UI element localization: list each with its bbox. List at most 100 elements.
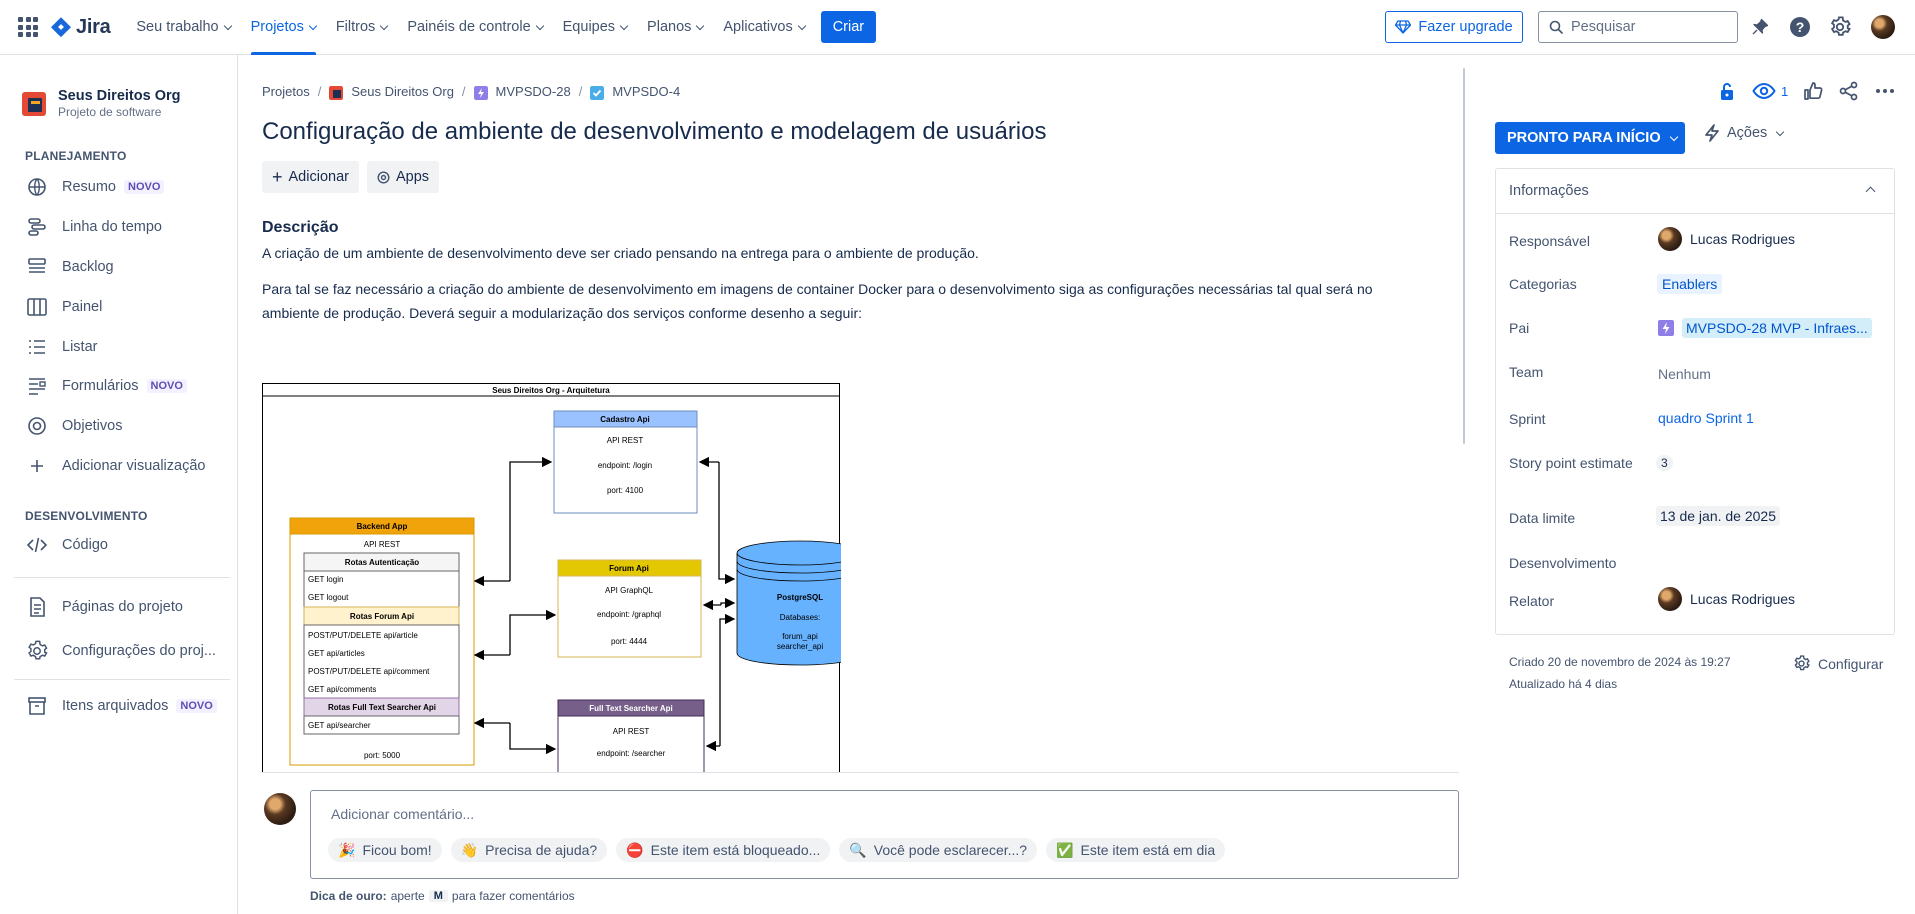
sidebar-item-add-view[interactable]: Adicionar visualização (26, 455, 205, 477)
sidebar-item-formularios[interactable]: Formulários NOVO (26, 375, 187, 397)
sidebar-item-archived[interactable]: Itens arquivados NOVO (26, 695, 217, 717)
nav-seu-trabalho[interactable]: Seu trabalho (136, 0, 232, 55)
story-points-value: 3 (1656, 455, 1673, 471)
configure-button[interactable]: Configurar (1793, 655, 1883, 672)
sidebar-item-project-pages[interactable]: Páginas do projeto (26, 596, 183, 618)
jira-logo-icon (51, 17, 71, 38)
sidebar-item-objetivos[interactable]: Objetivos (26, 415, 122, 437)
sidebar-item-project-settings[interactable]: Configurações do proj... (26, 640, 216, 662)
more-options-icon[interactable] (1874, 80, 1896, 102)
nav-paineis[interactable]: Painéis de controle (407, 0, 544, 55)
breadcrumb-project[interactable]: Seus Direitos Org (329, 84, 454, 100)
epic-icon (473, 85, 488, 100)
due-date-field[interactable]: 13 de jan. de 2025 (1656, 506, 1780, 526)
reporter-field[interactable]: Lucas Rodrigues (1658, 587, 1795, 611)
project-name: Seus Direitos Org (58, 88, 181, 104)
db-label: Databases: (780, 613, 820, 622)
sidebar-item-painel[interactable]: Painel (26, 296, 102, 318)
comment-input[interactable]: Adicionar comentário... 🎉 Ficou bom! 👋 Pre… (310, 790, 1459, 879)
breadcrumb-issue[interactable]: MVPSDO-4 (590, 84, 680, 100)
board-icon (27, 298, 47, 316)
user-avatar[interactable] (1871, 15, 1895, 39)
actions-dropdown[interactable]: Ações (1705, 124, 1785, 142)
jira-logo[interactable]: Jira (50, 15, 111, 39)
epic-icon (1658, 320, 1674, 336)
team-field[interactable]: Nenhum (1658, 366, 1711, 382)
nav-label: Projetos (250, 19, 304, 35)
quick-reply-chip[interactable]: 🔍 Você pode esclarecer...? (839, 838, 1038, 862)
architecture-diagram-image[interactable]: Seus Direitos Org - Arquitetura Cadastro… (262, 383, 841, 773)
categories-field[interactable]: Enablers (1657, 274, 1723, 294)
lock-icon[interactable] (1716, 80, 1738, 102)
forum-routes-title: Rotas Forum Api (350, 612, 414, 621)
details-panel-header[interactable]: Informações (1496, 169, 1894, 214)
forms-icon (29, 378, 46, 395)
breadcrumb-separator: / (578, 84, 583, 100)
project-header[interactable]: Seus Direitos Org Projeto de software (22, 88, 180, 119)
details-title: Informações (1509, 183, 1589, 199)
nav-equipes[interactable]: Equipes (563, 0, 629, 55)
sidebar-item-label: Painel (62, 299, 103, 315)
sidebar-item-label: Backlog (62, 259, 114, 275)
sidebar-item-timeline[interactable]: Linha do tempo (26, 216, 162, 238)
search-icon (1549, 20, 1563, 34)
backend-app-box: Backend App API REST Rotas Autenticação … (289, 517, 475, 766)
divider (14, 577, 230, 578)
help-icon[interactable]: ? (1788, 15, 1812, 39)
field-label: Sprint (1509, 411, 1546, 427)
sprint-field[interactable]: quadro Sprint 1 (1658, 410, 1754, 426)
apps-label: Apps (396, 169, 430, 185)
nav-aplicativos[interactable]: Aplicativos (723, 0, 806, 55)
db-entry: searcher_api (777, 642, 823, 651)
quick-reply-chip[interactable]: ✅ Este item está em dia (1046, 838, 1226, 862)
diagram-svg: Seus Direitos Org - Arquitetura Cadastro… (262, 383, 841, 773)
forum-route: POST/PUT/DELETE api/article (308, 631, 418, 640)
settings-gear-icon[interactable] (1828, 15, 1852, 39)
nav-planos[interactable]: Planos (647, 0, 705, 55)
sidebar-item-listar[interactable]: Listar (26, 336, 97, 358)
watch-eye-icon[interactable] (1752, 80, 1776, 102)
search-input[interactable]: Pesquisar (1538, 11, 1738, 43)
breadcrumb-projects[interactable]: Projetos (262, 84, 310, 99)
divider (262, 772, 1459, 773)
postgresql-database: PostgreSQL Databases: forum_api searcher… (736, 540, 841, 666)
breadcrumb-epic[interactable]: MVPSDO-28 (473, 84, 571, 100)
breadcrumb-label: MVPSDO-28 (495, 84, 571, 99)
chevron-down-icon (1776, 127, 1785, 136)
add-button[interactable]: + Adicionar (262, 161, 359, 193)
upgrade-button[interactable]: Fazer upgrade (1385, 11, 1523, 43)
description-paragraph[interactable]: A criação de um ambiente de desenvolvime… (262, 241, 1432, 265)
story-points-field[interactable]: 3 (1656, 455, 1673, 471)
sidebar-item-label: Configurações do proj... (62, 643, 216, 659)
breadcrumb-label: Seus Direitos Org (351, 84, 454, 99)
assignee-field[interactable]: Lucas Rodrigues (1658, 227, 1795, 251)
quick-reply-chip[interactable]: ⛔ Este item está bloqueado... (616, 838, 831, 862)
category-tag: Enablers (1657, 274, 1723, 294)
description-paragraph[interactable]: Para tal se faz necessário a criação do … (262, 277, 1432, 325)
forum-api-box: Forum Api API GraphQL endpoint: /graphql… (557, 559, 702, 658)
app-switcher-icon[interactable] (18, 17, 38, 37)
project-avatar-icon (329, 85, 344, 100)
db-entry: forum_api (782, 632, 818, 641)
code-icon (26, 537, 48, 553)
logo-text: Jira (76, 15, 111, 38)
globe-icon (28, 178, 46, 196)
quick-reply-chip[interactable]: 👋 Precisa de ajuda? (450, 838, 608, 862)
share-icon[interactable] (1838, 80, 1860, 102)
reporter-avatar (1658, 587, 1682, 611)
nav-filtros[interactable]: Filtros (336, 0, 389, 55)
sidebar-item-resumo[interactable]: Resumo NOVO (26, 176, 165, 198)
commenter-avatar (264, 793, 296, 825)
create-button[interactable]: Criar (820, 11, 877, 43)
parent-field[interactable]: MVPSDO-28 MVP - Infraes... (1658, 318, 1872, 338)
status-dropdown[interactable]: PRONTO PARA INÍCIO (1495, 122, 1685, 154)
sidebar-item-backlog[interactable]: Backlog (26, 256, 114, 278)
notifications-icon[interactable] (1748, 15, 1772, 39)
quick-reply-chip[interactable]: 🎉 Ficou bom! (328, 838, 442, 862)
issue-title[interactable]: Configuração de ambiente de desenvolvime… (262, 118, 1047, 146)
sidebar-item-codigo[interactable]: Código (26, 534, 108, 556)
thumbs-up-icon[interactable] (1802, 80, 1824, 102)
apps-button[interactable]: Apps (367, 161, 440, 193)
scrollbar-thumb[interactable] (1463, 68, 1465, 444)
nav-projetos[interactable]: Projetos (250, 0, 318, 55)
